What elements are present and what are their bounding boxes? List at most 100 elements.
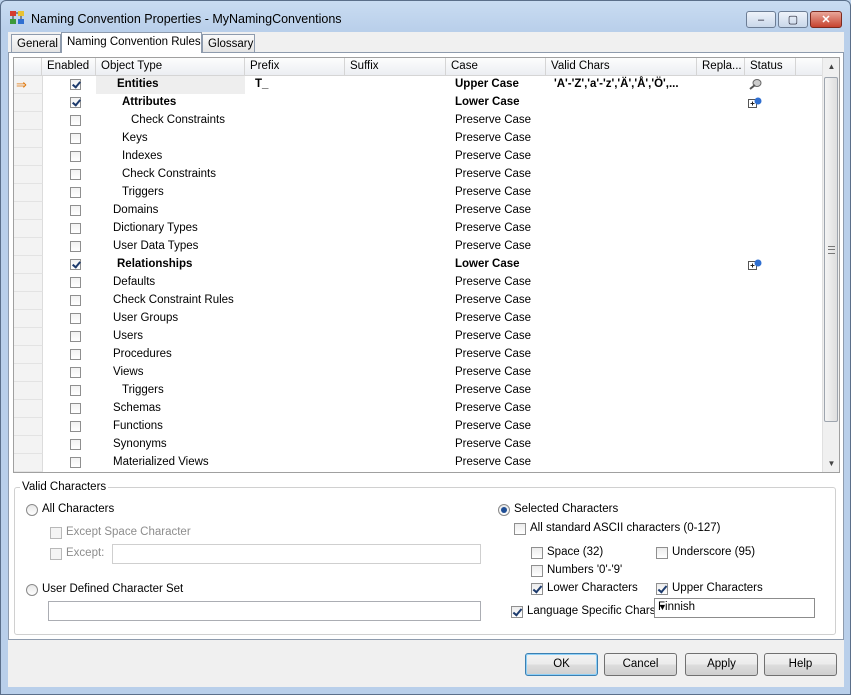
row-header[interactable]: ⇒ bbox=[14, 76, 43, 94]
case-cell[interactable]: Preserve Case bbox=[455, 240, 531, 252]
prefix-cell[interactable]: T_ bbox=[255, 78, 268, 90]
table-row[interactable]: User Data Types Preserve Case bbox=[14, 238, 822, 256]
selected-characters-label[interactable]: Selected Characters bbox=[514, 503, 618, 515]
case-cell[interactable]: Preserve Case bbox=[455, 186, 531, 198]
column-object-type[interactable]: Object Type bbox=[96, 58, 245, 75]
table-row[interactable]: Defaults Preserve Case bbox=[14, 274, 822, 292]
enabled-checkbox[interactable] bbox=[70, 367, 81, 378]
all-characters-label[interactable]: All Characters bbox=[42, 503, 114, 515]
row-header[interactable] bbox=[14, 148, 43, 166]
row-header[interactable] bbox=[14, 400, 43, 418]
table-row[interactable]: Check Constraint Rules Preserve Case bbox=[14, 292, 822, 310]
table-row[interactable]: Materialized Views Preserve Case bbox=[14, 454, 822, 472]
case-cell[interactable]: Preserve Case bbox=[455, 330, 531, 342]
enabled-checkbox[interactable] bbox=[70, 115, 81, 126]
enabled-checkbox[interactable] bbox=[70, 241, 81, 252]
enabled-checkbox[interactable] bbox=[70, 403, 81, 414]
enabled-checkbox[interactable] bbox=[70, 439, 81, 450]
case-cell[interactable]: Preserve Case bbox=[455, 276, 531, 288]
object-type-cell[interactable]: Materialized Views bbox=[113, 456, 209, 468]
object-type-cell[interactable]: User Groups bbox=[113, 312, 178, 324]
except-space-checkbox[interactable] bbox=[50, 527, 62, 539]
table-row[interactable]: Functions Preserve Case bbox=[14, 418, 822, 436]
object-type-cell[interactable]: Defaults bbox=[113, 276, 155, 288]
numbers-label[interactable]: Numbers '0'-'9' bbox=[547, 564, 622, 576]
lower-characters-label[interactable]: Lower Characters bbox=[547, 582, 638, 594]
table-row[interactable]: User Groups Preserve Case bbox=[14, 310, 822, 328]
user-defined-input[interactable] bbox=[48, 601, 481, 621]
language-specific-checkbox[interactable] bbox=[511, 606, 523, 618]
table-row[interactable]: Synonyms Preserve Case bbox=[14, 436, 822, 454]
user-defined-radio[interactable] bbox=[26, 584, 38, 596]
apply-button[interactable]: Apply bbox=[685, 653, 758, 676]
tab-general[interactable]: General bbox=[11, 34, 61, 52]
close-button[interactable]: ✕ bbox=[810, 11, 842, 28]
enabled-checkbox[interactable] bbox=[70, 151, 81, 162]
case-cell[interactable]: Preserve Case bbox=[455, 294, 531, 306]
language-select[interactable]: Finnish ▼ bbox=[654, 598, 815, 618]
case-cell[interactable]: Preserve Case bbox=[455, 132, 531, 144]
object-type-cell[interactable]: Check Constraints bbox=[131, 114, 225, 126]
table-row[interactable]: Relationships Lower Case bbox=[14, 256, 822, 274]
row-header[interactable] bbox=[14, 202, 43, 220]
table-row[interactable]: Domains Preserve Case bbox=[14, 202, 822, 220]
table-row[interactable]: Triggers Preserve Case bbox=[14, 184, 822, 202]
case-cell[interactable]: Preserve Case bbox=[455, 438, 531, 450]
case-cell[interactable]: Preserve Case bbox=[455, 366, 531, 378]
object-type-cell[interactable]: Dictionary Types bbox=[113, 222, 198, 234]
row-header[interactable] bbox=[14, 364, 43, 382]
table-row[interactable]: Procedures Preserve Case bbox=[14, 346, 822, 364]
except-input[interactable] bbox=[112, 544, 481, 564]
help-button[interactable]: Help bbox=[764, 653, 837, 676]
minimize-button[interactable]: – bbox=[746, 11, 776, 28]
cancel-button[interactable]: Cancel bbox=[604, 653, 677, 676]
table-row[interactable]: Attributes Lower Case bbox=[14, 94, 822, 112]
object-type-cell[interactable]: User Data Types bbox=[113, 240, 198, 252]
enabled-checkbox[interactable] bbox=[70, 313, 81, 324]
enabled-checkbox[interactable] bbox=[70, 187, 81, 198]
enabled-checkbox[interactable] bbox=[70, 223, 81, 234]
enabled-checkbox[interactable] bbox=[70, 133, 81, 144]
underscore-checkbox[interactable] bbox=[656, 547, 668, 559]
table-row[interactable]: Schemas Preserve Case bbox=[14, 400, 822, 418]
row-header[interactable] bbox=[14, 436, 43, 454]
tab-glossary[interactable]: Glossary bbox=[202, 34, 255, 52]
row-header[interactable] bbox=[14, 418, 43, 436]
row-header[interactable] bbox=[14, 310, 43, 328]
row-header[interactable] bbox=[14, 292, 43, 310]
numbers-checkbox[interactable] bbox=[531, 565, 543, 577]
case-cell[interactable]: Preserve Case bbox=[455, 168, 531, 180]
table-row[interactable]: Views Preserve Case bbox=[14, 364, 822, 382]
row-header[interactable] bbox=[14, 454, 43, 472]
underscore-label[interactable]: Underscore (95) bbox=[672, 546, 755, 558]
except-checkbox[interactable] bbox=[50, 548, 62, 560]
object-type-cell[interactable]: Check Constraints bbox=[122, 168, 216, 180]
table-row[interactable]: Users Preserve Case bbox=[14, 328, 822, 346]
object-type-cell[interactable]: Keys bbox=[122, 132, 148, 144]
enabled-checkbox[interactable] bbox=[70, 457, 81, 468]
object-type-cell[interactable]: Entities bbox=[117, 78, 159, 90]
object-type-cell[interactable]: Check Constraint Rules bbox=[113, 294, 234, 306]
table-row[interactable]: Indexes Preserve Case bbox=[14, 148, 822, 166]
case-cell[interactable]: Preserve Case bbox=[455, 150, 531, 162]
enabled-checkbox[interactable] bbox=[70, 259, 81, 270]
maximize-button[interactable]: ▢ bbox=[778, 11, 808, 28]
lower-characters-checkbox[interactable] bbox=[531, 583, 543, 595]
valid-chars-cell[interactable]: 'A'-'Z','a'-'z','Ä','Å','Ö',... bbox=[554, 78, 679, 90]
column-enabled[interactable]: Enabled bbox=[42, 58, 96, 75]
row-header[interactable] bbox=[14, 130, 43, 148]
case-cell[interactable]: Preserve Case bbox=[455, 348, 531, 360]
table-row[interactable]: Check Constraints Preserve Case bbox=[14, 112, 822, 130]
scroll-down-arrow-icon[interactable]: ▼ bbox=[823, 455, 839, 472]
object-type-cell[interactable]: Procedures bbox=[113, 348, 172, 360]
table-row[interactable]: ⇒ Entities T_ Upper Case 'A'-'Z','a'-'z','Ä'… bbox=[14, 76, 822, 94]
ok-button[interactable]: OK bbox=[525, 653, 598, 676]
table-row[interactable]: Triggers Preserve Case bbox=[14, 382, 822, 400]
tab-naming-convention-rules[interactable]: Naming Convention Rules bbox=[61, 32, 202, 53]
all-characters-radio[interactable] bbox=[26, 504, 38, 516]
language-specific-label[interactable]: Language Specific Chars: bbox=[527, 605, 659, 617]
column-prefix[interactable]: Prefix bbox=[245, 58, 345, 75]
case-cell[interactable]: Preserve Case bbox=[455, 204, 531, 216]
scroll-up-arrow-icon[interactable]: ▲ bbox=[823, 58, 839, 75]
row-header[interactable] bbox=[14, 112, 43, 130]
